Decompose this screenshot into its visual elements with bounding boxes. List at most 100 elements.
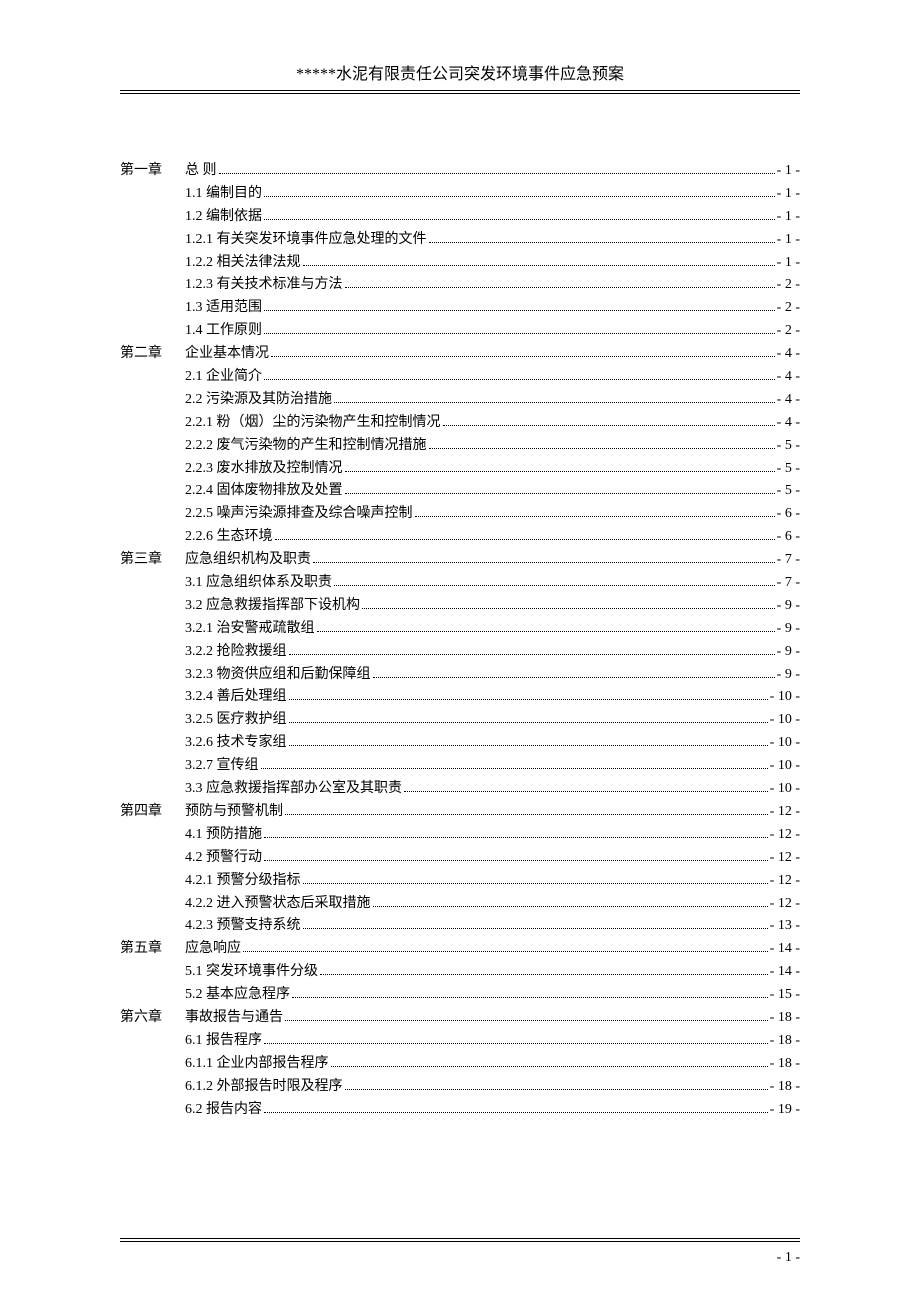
leader-dots	[289, 722, 768, 723]
leader-dots	[264, 1112, 768, 1113]
toc-page-ref: - 4 -	[777, 393, 800, 407]
leader-dots	[334, 402, 775, 403]
toc-title: 3.2.6 技术专家组	[185, 736, 287, 750]
toc-entry: 4.2.1 预警分级指标- 12 -	[120, 874, 800, 888]
toc-entry: 1.2 编制依据 - 1 -	[120, 210, 800, 224]
leader-dots	[303, 883, 768, 884]
leader-dots	[289, 745, 768, 746]
leader-dots	[404, 791, 768, 792]
toc-page-ref: - 2 -	[777, 278, 800, 292]
toc-title: 2.2.6 生态环境	[185, 530, 273, 544]
toc-title: 2.2.5 噪声污染源排查及综合噪声控制	[185, 507, 413, 521]
toc-page-ref: - 10 -	[770, 690, 800, 704]
leader-dots	[285, 1020, 768, 1021]
toc-title: 3.1 应急组织体系及职责	[185, 576, 332, 590]
toc-page-ref: - 18 -	[770, 1080, 800, 1094]
toc-entry: 3.1 应急组织体系及职责- 7 -	[120, 576, 800, 590]
leader-dots	[345, 493, 775, 494]
toc-entry: 1.2.3 有关技术标准与方法- 2 -	[120, 278, 800, 292]
toc-title: 6.1.2 外部报告时限及程序	[185, 1080, 343, 1094]
leader-dots	[285, 814, 768, 815]
toc-page-ref: - 4 -	[777, 416, 800, 430]
toc-entry: 3.2.6 技术专家组- 10 -	[120, 736, 800, 750]
toc-page-ref: - 4 -	[777, 370, 800, 384]
toc-page-ref: - 1 -	[777, 256, 800, 270]
toc-title: 总 则	[185, 164, 217, 178]
toc-page-ref: - 10 -	[770, 713, 800, 727]
toc-title: 1.2.2 相关法律法规	[185, 256, 301, 270]
leader-dots	[362, 608, 775, 609]
toc-title: 4.2.1 预警分级指标	[185, 874, 301, 888]
toc-entry: 6.2 报告内容- 19 -	[120, 1103, 800, 1117]
toc-entry: 4.2 预警行动- 12 -	[120, 851, 800, 865]
toc-entry: 6.1 报告程序- 18 -	[120, 1034, 800, 1048]
leader-dots	[317, 631, 775, 632]
toc-title: 事故报告与通告	[185, 1011, 283, 1025]
leader-dots	[289, 699, 768, 700]
toc-entry: 3.3 应急救援指挥部办公室及其职责- 10 -	[120, 782, 800, 796]
leader-dots	[373, 677, 775, 678]
toc-page-ref: - 5 -	[777, 462, 800, 476]
toc-entry: 1.2.2 相关法律法规 - 1 -	[120, 256, 800, 270]
leader-dots	[292, 997, 768, 998]
toc-entry: 第六章事故报告与通告- 18 -	[120, 1011, 800, 1025]
leader-dots	[303, 928, 768, 929]
toc-title: 6.1.1 企业内部报告程序	[185, 1057, 329, 1071]
toc-page-ref: - 1 -	[777, 210, 800, 224]
leader-dots	[415, 516, 775, 517]
leader-dots	[264, 219, 775, 220]
toc-title: 6.1 报告程序	[185, 1034, 262, 1048]
leader-dots	[320, 974, 768, 975]
page-header: *****水泥有限责任公司突发环境事件应急预案	[120, 60, 800, 94]
leader-dots	[345, 1089, 768, 1090]
toc-entry: 2.2.5 噪声污染源排查及综合噪声控制 - 6 -	[120, 507, 800, 521]
toc-entry: 2.1 企业简介 - 4 -	[120, 370, 800, 384]
toc-title: 2.2.2 废气污染物的产生和控制情况措施	[185, 439, 427, 453]
leader-dots	[264, 837, 768, 838]
toc-entry: 3.2.7 宣传组 - 10 -	[120, 759, 800, 773]
leader-dots	[264, 196, 775, 197]
toc-page-ref: - 10 -	[770, 759, 800, 773]
toc-title: 2.2.1 粉（烟）尘的污染物产生和控制情况	[185, 416, 441, 430]
toc-entry: 4.2.2 进入预警状态后采取措施- 12 -	[120, 897, 800, 911]
toc-page-ref: - 10 -	[770, 782, 800, 796]
toc-entry: 3.2.1 治安警戒疏散组- 9 -	[120, 622, 800, 636]
toc-entry: 6.1.1 企业内部报告程序- 18 -	[120, 1057, 800, 1071]
toc-entry: 4.1 预防措施 - 12 -	[120, 828, 800, 842]
toc-entry: 6.1.2 外部报告时限及程序 - 18 -	[120, 1080, 800, 1094]
toc-page-ref: - 2 -	[777, 324, 800, 338]
chapter-label: 第三章	[120, 553, 185, 567]
toc-page-ref: - 5 -	[777, 439, 800, 453]
toc-title: 企业基本情况	[185, 347, 269, 361]
toc-entry: 第一章总 则- 1 -	[120, 164, 800, 178]
toc-entry: 3.2.5 医疗救护组- 10 -	[120, 713, 800, 727]
leader-dots	[334, 585, 775, 586]
chapter-label: 第六章	[120, 1011, 185, 1025]
toc-title: 预防与预警机制	[185, 805, 283, 819]
header-title: *****水泥有限责任公司突发环境事件应急预案	[296, 66, 624, 83]
toc-page-ref: - 7 -	[777, 553, 800, 567]
leader-dots	[429, 242, 775, 243]
page-number: - 1 -	[777, 1250, 800, 1266]
document-page: *****水泥有限责任公司突发环境事件应急预案 第一章总 则- 1 -1.1 编…	[0, 0, 920, 1165]
toc-page-ref: - 2 -	[777, 301, 800, 315]
toc-title: 2.1 企业简介	[185, 370, 262, 384]
toc-title: 4.1 预防措施	[185, 828, 262, 842]
toc-title: 1.2 编制依据	[185, 210, 262, 224]
toc-entry: 2.2.1 粉（烟）尘的污染物产生和控制情况 - 4 -	[120, 416, 800, 430]
toc-title: 应急组织机构及职责	[185, 553, 311, 567]
toc-title: 1.2.1 有关突发环境事件应急处理的文件	[185, 233, 427, 247]
toc-page-ref: - 6 -	[777, 507, 800, 521]
toc-title: 1.3 适用范围	[185, 301, 262, 315]
toc-title: 3.2.7 宣传组	[185, 759, 259, 773]
toc-page-ref: - 9 -	[777, 599, 800, 613]
toc-page-ref: - 4 -	[777, 347, 800, 361]
toc-entry: 2.2.2 废气污染物的产生和控制情况措施 - 5 -	[120, 439, 800, 453]
toc-page-ref: - 1 -	[777, 187, 800, 201]
toc-entry: 2.2 污染源及其防治措施 - 4 -	[120, 393, 800, 407]
toc-page-ref: - 12 -	[770, 897, 800, 911]
leader-dots	[271, 356, 775, 357]
toc-title: 2.2 污染源及其防治措施	[185, 393, 332, 407]
leader-dots	[264, 1043, 768, 1044]
toc-page-ref: - 12 -	[770, 828, 800, 842]
